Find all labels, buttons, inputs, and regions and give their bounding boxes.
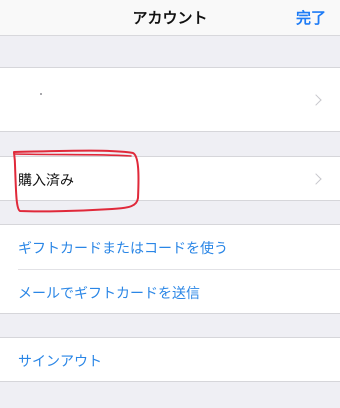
- done-button[interactable]: 完了: [296, 7, 326, 28]
- account-placeholder-dot: [40, 93, 42, 95]
- redeem-gift-card-row[interactable]: ギフトカードまたはコードを使う: [0, 225, 340, 269]
- page-title: アカウント: [132, 9, 208, 27]
- signout-row[interactable]: サインアウト: [0, 338, 340, 381]
- account-section: [0, 67, 340, 132]
- account-row[interactable]: [0, 68, 340, 131]
- gift-card-section: ギフトカードまたはコードを使う メールでギフトカードを送信: [0, 224, 340, 314]
- signout-section: サインアウト: [0, 337, 340, 382]
- redeem-gift-card-link[interactable]: ギフトカードまたはコードを使う: [18, 238, 228, 258]
- chevron-right-icon: [310, 173, 322, 185]
- purchased-row[interactable]: 購入済み: [0, 157, 340, 200]
- send-gift-card-link[interactable]: メールでギフトカードを送信: [18, 283, 200, 303]
- purchases-section: 購入済み: [0, 156, 340, 201]
- send-gift-card-row[interactable]: メールでギフトカードを送信: [0, 270, 340, 314]
- purchased-label: 購入済み: [18, 173, 74, 189]
- signout-link[interactable]: サインアウト: [18, 351, 102, 371]
- navigation-bar: アカウント 完了: [0, 0, 340, 36]
- chevron-right-icon: [310, 94, 322, 106]
